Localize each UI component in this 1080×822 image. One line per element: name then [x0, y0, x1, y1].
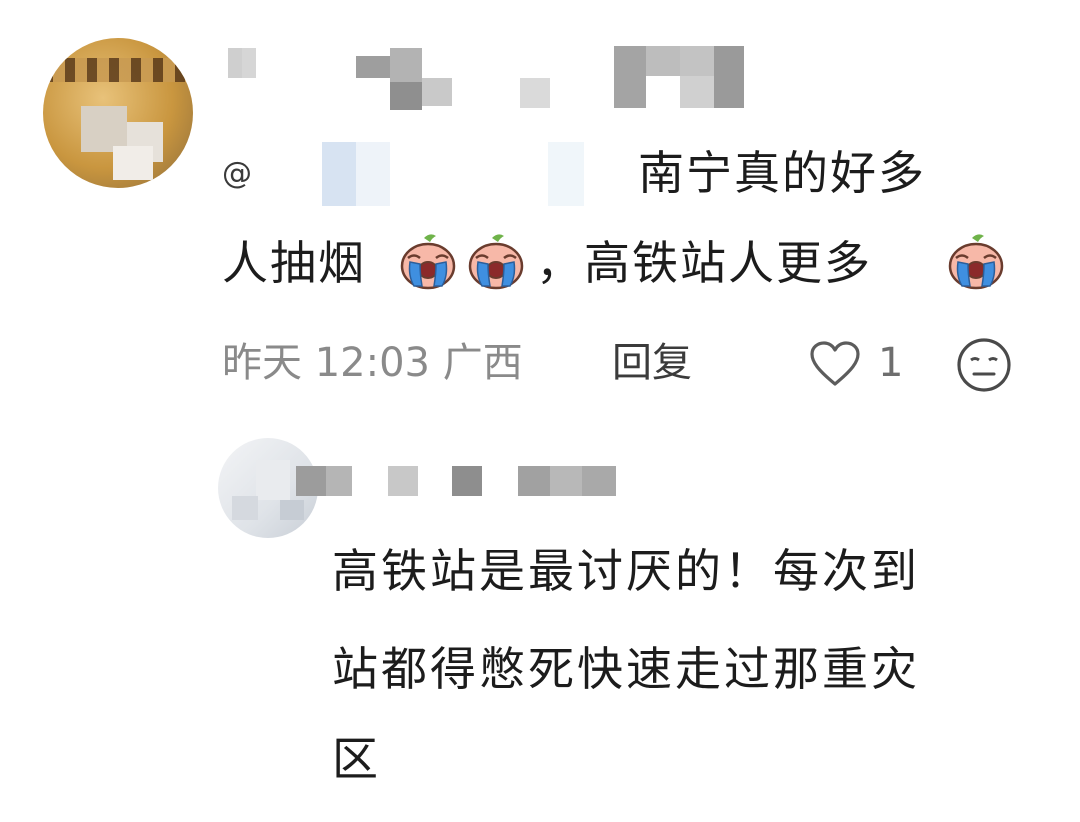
- reply-text-line-1: 高铁站是最讨厌的！每次到: [332, 544, 920, 598]
- commenter-avatar[interactable]: [43, 38, 193, 188]
- crying-face-emoji: [468, 234, 524, 290]
- crying-face-emoji: [400, 234, 456, 290]
- reply-text-line-2: 站都得憋死快速走过那重灾: [332, 642, 920, 696]
- avatar-mosaic-block: [232, 496, 258, 520]
- comment-text-line-2b: ，高铁站人更多: [536, 236, 872, 290]
- reply-button[interactable]: 回复: [612, 340, 692, 386]
- heart-icon[interactable]: [808, 340, 862, 388]
- emoji-reaction-icon[interactable]: [955, 336, 1013, 394]
- reply-text-line-3: 区: [332, 732, 381, 786]
- like-count: 1: [878, 340, 904, 386]
- comment-text-line-1: 南宁真的好多: [638, 146, 926, 200]
- comment-text-line-2a: 人抽烟: [222, 236, 366, 290]
- avatar-mosaic-block: [256, 460, 290, 500]
- avatar-mosaic-block: [280, 500, 304, 520]
- crying-face-emoji: [948, 234, 1004, 290]
- avatar-mosaic-block: [113, 146, 153, 180]
- avatar-banner: [43, 58, 193, 82]
- mention-at-sign: @: [222, 156, 252, 191]
- comment-timestamp-location: 昨天 12:03 广西: [222, 340, 523, 386]
